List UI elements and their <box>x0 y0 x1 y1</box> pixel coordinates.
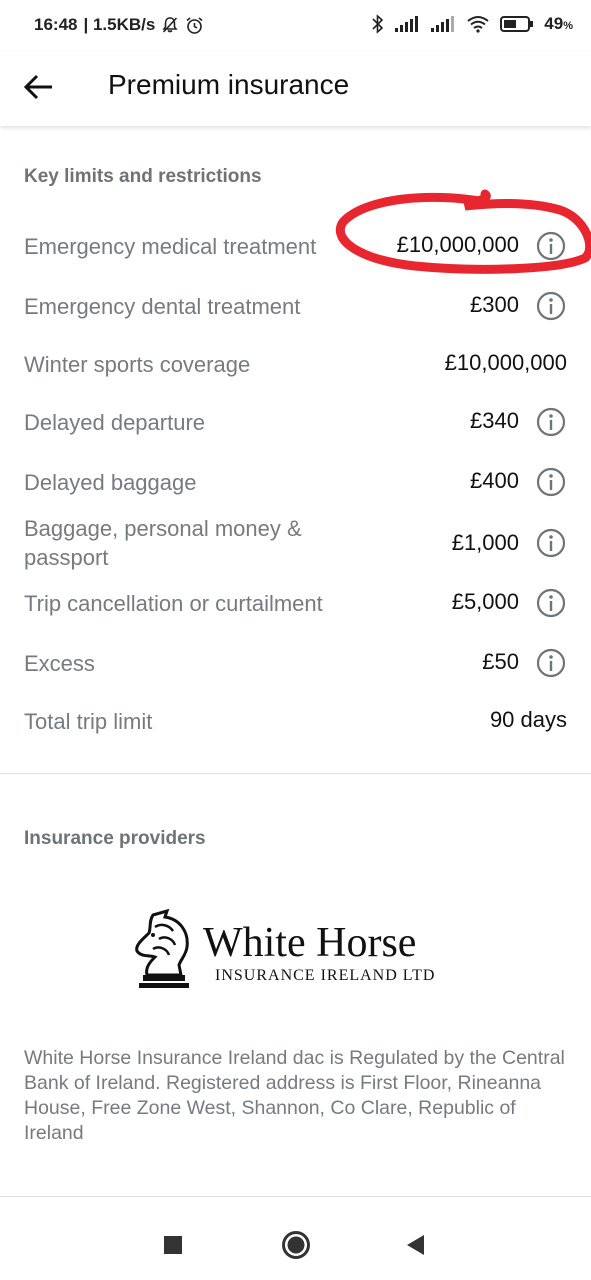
signal-icon-2 <box>431 16 455 32</box>
arrow-left-icon[interactable] <box>22 70 56 104</box>
limits-section-title: Key limits and restrictions <box>24 166 262 187</box>
limit-row-delayed-departure: Delayed departure £340 <box>24 406 567 438</box>
status-bar: 16:48 | 1.5KB/s 49% <box>0 0 591 52</box>
limit-row-emergency-dental: Emergency dental treatment £300 <box>24 290 567 322</box>
horse-head-icon <box>135 909 189 988</box>
signal-icon <box>395 16 419 32</box>
bell-off-icon <box>162 17 178 33</box>
white-horse-logo: White Horse INSURANCE IRELAND LTD <box>133 905 453 995</box>
info-icon[interactable] <box>535 406 567 438</box>
wifi-icon <box>467 16 489 33</box>
app-bar: Premium insurance <box>0 52 591 126</box>
limit-value: £400 <box>470 468 519 493</box>
triangle-back-icon[interactable] <box>404 1233 426 1257</box>
limit-row-delayed-baggage: Delayed baggage £400 <box>24 466 567 498</box>
circle-icon[interactable] <box>281 1230 311 1260</box>
section-divider <box>0 1196 591 1197</box>
status-left: 16:48 | 1.5KB/s <box>34 15 204 35</box>
limit-value: £340 <box>470 408 519 433</box>
limit-row-excess: Excess £50 <box>24 647 567 679</box>
limit-row-total-trip-limit: Total trip limit 90 days <box>24 705 567 737</box>
info-icon[interactable] <box>535 466 567 498</box>
limit-value: £1,000 <box>451 530 519 555</box>
page-title: Premium insurance <box>108 69 350 100</box>
section-divider <box>0 773 591 774</box>
limit-label: Emergency dental treatment <box>24 294 301 319</box>
limit-value: £10,000,000 <box>396 232 519 257</box>
limit-label: Total trip limit <box>24 709 153 734</box>
logo-name: White Horse <box>203 920 417 966</box>
info-icon[interactable] <box>535 290 567 322</box>
limit-row-trip-cancellation: Trip cancellation or curtailment £5,000 <box>24 587 567 619</box>
limit-label: Baggage, personal money & <box>24 516 302 541</box>
battery-level: 49% <box>544 14 573 33</box>
logo-subtitle: INSURANCE IRELAND LTD <box>215 967 436 984</box>
battery-icon <box>500 16 534 32</box>
bluetooth-icon <box>372 14 384 34</box>
limit-label: Delayed baggage <box>24 470 197 495</box>
providers-section-title: Insurance providers <box>24 828 206 849</box>
limit-label: Delayed departure <box>24 410 206 435</box>
limit-value: £5,000 <box>451 589 519 614</box>
limit-row-baggage-money-passport: Baggage, personal money & passport £1,00… <box>24 514 567 574</box>
status-time: 16:48 <box>34 15 78 34</box>
provider-description: White Horse Insurance Ireland dac is Reg… <box>24 1047 565 1144</box>
limit-value: £10,000,000 <box>444 350 567 375</box>
alarm-icon <box>186 16 203 34</box>
limit-value: 90 days <box>489 707 567 732</box>
info-icon[interactable] <box>535 527 567 559</box>
info-icon[interactable] <box>535 647 567 679</box>
status-speed: | 1.5KB/s <box>83 15 156 34</box>
status-right: 49% <box>372 14 573 34</box>
limit-label: Trip cancellation or curtailment <box>24 591 323 616</box>
info-icon[interactable] <box>535 230 567 262</box>
limit-row-emergency-medical: Emergency medical treatment £10,000,000 <box>24 230 567 262</box>
limit-value: £50 <box>482 649 519 674</box>
limit-label: Emergency medical treatment <box>24 234 317 259</box>
limit-label: Winter sports coverage <box>24 352 251 377</box>
limit-value: £300 <box>470 292 519 317</box>
navigation-bar <box>0 1210 591 1280</box>
info-icon[interactable] <box>535 587 567 619</box>
square-icon[interactable] <box>163 1235 183 1255</box>
limit-label-line2: passport <box>24 545 109 570</box>
limit-row-winter-sports: Winter sports coverage £10,000,000 <box>24 348 567 380</box>
limit-label: Excess <box>24 651 95 676</box>
